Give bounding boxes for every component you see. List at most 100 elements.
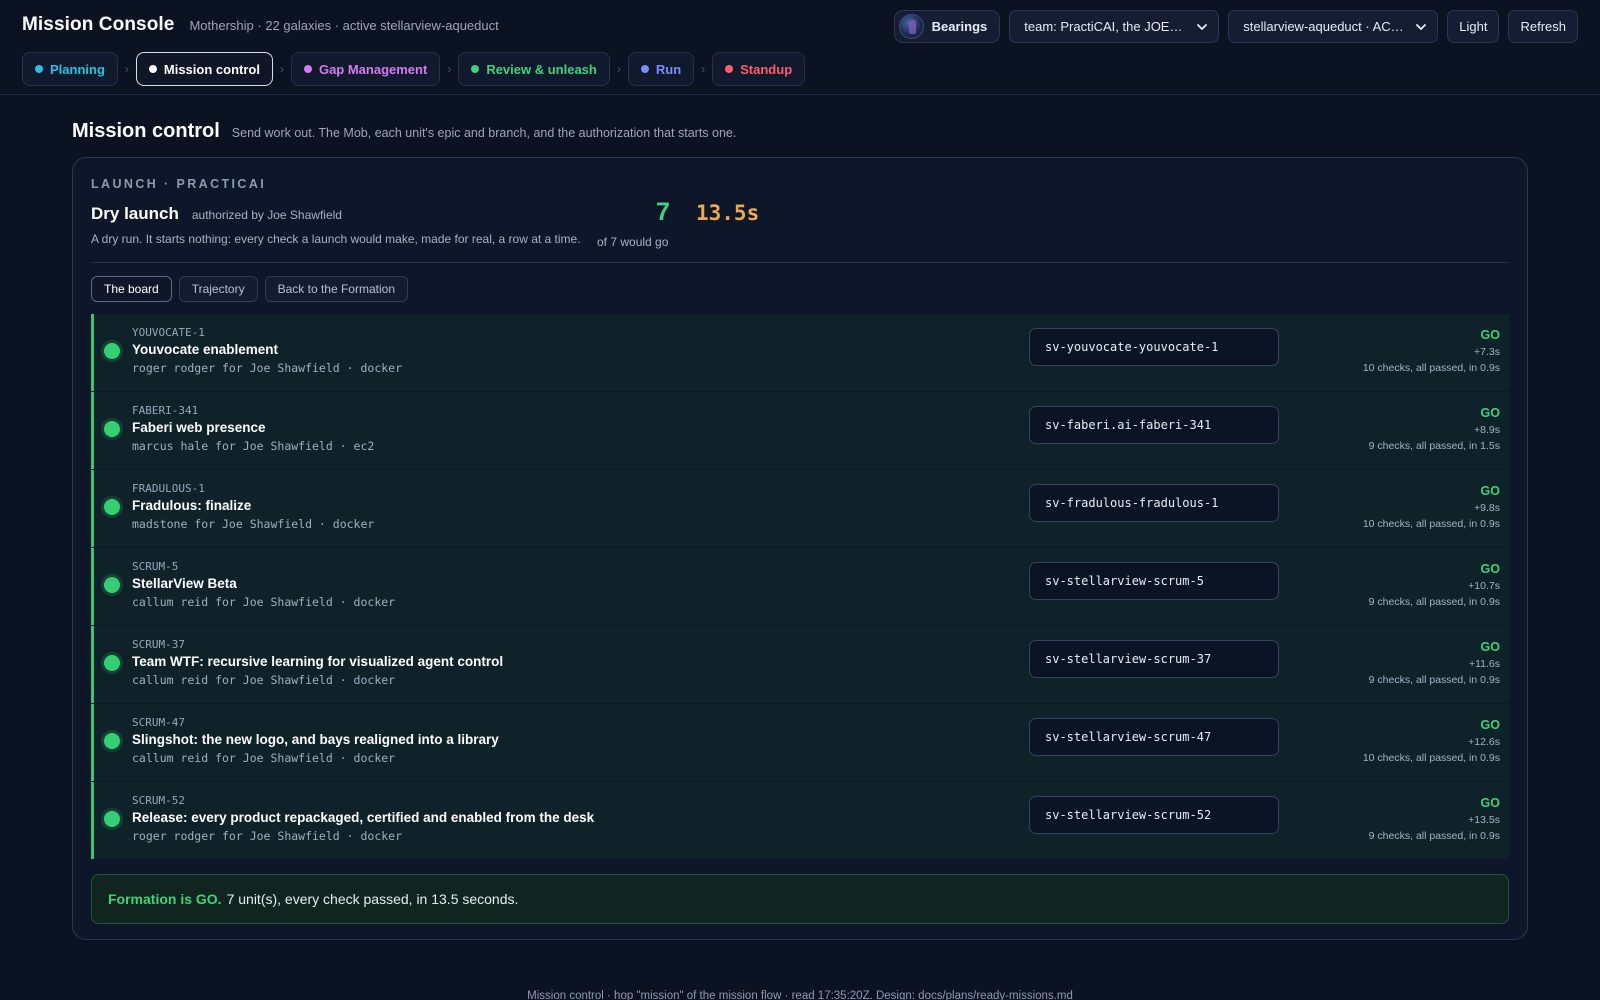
status-ok-icon [104, 733, 120, 749]
app-subtitle: Mothership · 22 galaxies · active stella… [189, 18, 499, 33]
chevron-down-icon [1197, 23, 1208, 30]
checks-summary: 9 checks, all passed, in 0.9s [1368, 674, 1500, 686]
unit-key: SCRUM-52 [132, 794, 185, 807]
chevron-down-icon [1416, 23, 1427, 30]
branch-field[interactable]: sv-fradulous-fradulous-1 [1029, 484, 1279, 522]
unit-title: Slingshot: the new logo, and bays realig… [132, 732, 499, 747]
tab-label: Review & unleash [486, 61, 597, 77]
time-offset: +12.6s [1468, 736, 1500, 748]
time-offset: +13.5s [1468, 814, 1500, 826]
status-ok-icon [104, 577, 120, 593]
time-offset: +11.6s [1468, 658, 1500, 670]
verdict-badge: GO [1480, 406, 1500, 420]
divider [91, 262, 1509, 263]
page-header: Mission control Send work out. The Mob, … [72, 120, 736, 143]
branch-field[interactable]: sv-stellarview-scrum-52 [1029, 796, 1279, 834]
unit-key: SCRUM-37 [132, 638, 185, 651]
tab-status-dot-icon [303, 65, 312, 73]
theme-toggle-button[interactable]: Light [1447, 10, 1500, 43]
unit-key: FRADULOUS-1 [132, 482, 205, 495]
unit-row[interactable]: FABERI-341 Faberi web presence marcus hale… [91, 392, 1509, 469]
checks-summary: 9 checks, all passed, in 0.9s [1368, 830, 1500, 842]
verdict-badge: GO [1480, 796, 1500, 810]
unit-row[interactable]: FRADULOUS-1 Fradulous: finalize madstone f… [91, 470, 1509, 547]
app-title: Mission Console [22, 14, 175, 35]
unit-key: FABERI-341 [132, 404, 199, 417]
dry-launch-header: Dry launch authorized by Joe Shawfield [91, 204, 342, 224]
elapsed-time: 13.5s [696, 201, 760, 225]
tab-gap-management[interactable]: Gap Management [290, 52, 441, 86]
tab-separator-icon: › [447, 62, 452, 76]
branch-field[interactable]: sv-faberi.ai-faberi-341 [1029, 406, 1279, 444]
top-bar: Mission Console Mothership · 22 galaxies… [0, 0, 1600, 95]
tab-mission-control[interactable]: Mission control [135, 52, 273, 86]
branch-field[interactable]: sv-stellarview-scrum-5 [1029, 562, 1279, 600]
time-offset: +10.7s [1468, 580, 1500, 592]
dry-launch-description: A dry run. It starts nothing: every chec… [91, 232, 581, 246]
unit-row[interactable]: YOUVOCATE-1 Youvocate enablement roger rod… [91, 314, 1509, 391]
tab-review-unleash[interactable]: Review & unleash [458, 52, 610, 86]
tab-separator-icon: › [616, 62, 621, 76]
tab-planning[interactable]: Planning [22, 52, 118, 86]
tab-label: Gap Management [318, 61, 428, 77]
verdict-badge: GO [1480, 484, 1500, 498]
team-select[interactable]: team: PractiCAI, the JOEY… [1009, 10, 1220, 43]
galaxy-select[interactable]: stellarview-aqueduct · AC… [1228, 10, 1439, 43]
unit-row[interactable]: SCRUM-52 Release: every product repackage… [91, 782, 1509, 859]
status-ok-icon [104, 655, 120, 671]
checks-summary: 10 checks, all passed, in 0.9s [1362, 362, 1500, 374]
branch-field[interactable]: sv-stellarview-scrum-37 [1029, 640, 1279, 678]
tab-separator-icon: › [701, 62, 706, 76]
launch-kicker: LAUNCH · PRACTICAI [91, 177, 267, 191]
bearings-label: Bearings [931, 19, 988, 34]
unit-owner: callum reid for Joe Shawfield · docker [132, 673, 396, 687]
view-tab-back-to-the-formation[interactable]: Back to the Formation [264, 276, 408, 302]
tab-status-dot-icon [35, 65, 43, 73]
tab-standup[interactable]: Standup [712, 52, 806, 86]
unit-key: SCRUM-47 [132, 716, 185, 729]
formation-summary: 7 unit(s), every check passed, in 13.5 s… [226, 891, 519, 907]
verdict-badge: GO [1480, 640, 1500, 654]
verdict-badge: GO [1480, 718, 1500, 732]
unit-key: SCRUM-5 [132, 560, 179, 573]
status-ok-icon [104, 343, 120, 359]
avatar [898, 14, 924, 39]
view-tabs: The board Trajectory Back to the Formation [91, 276, 408, 302]
tab-status-dot-icon [471, 65, 480, 73]
unit-row[interactable]: SCRUM-37 Team WTF: recursive learning for… [91, 626, 1509, 703]
branch-field[interactable]: sv-youvocate-youvocate-1 [1029, 328, 1279, 366]
branch-field[interactable]: sv-stellarview-scrum-47 [1029, 718, 1279, 756]
page-description: Send work out. The Mob, each unit's epic… [231, 126, 737, 140]
tab-label: Mission control [163, 61, 260, 77]
time-offset: +7.3s [1474, 346, 1500, 358]
checks-summary: 9 checks, all passed, in 0.9s [1368, 596, 1500, 608]
unit-board: YOUVOCATE-1 Youvocate enablement roger rod… [91, 314, 1509, 860]
status-ok-icon [104, 811, 120, 827]
team-select-value: team: PractiCAI, the JOEY… [1024, 19, 1191, 34]
unit-title: Fradulous: finalize [132, 498, 252, 513]
status-ok-icon [104, 421, 120, 437]
unit-row[interactable]: SCRUM-5 StellarView Beta callum reid for J… [91, 548, 1509, 625]
go-count: 7 [656, 198, 670, 226]
view-tab-trajectory[interactable]: Trajectory [178, 276, 258, 302]
tab-status-dot-icon [148, 65, 157, 73]
tab-separator-icon: › [279, 62, 284, 76]
tab-status-dot-icon [725, 65, 734, 73]
tab-run[interactable]: Run [627, 52, 695, 86]
galaxy-select-value: stellarview-aqueduct · AC… [1243, 19, 1404, 34]
bearings-button[interactable]: Bearings [893, 10, 1001, 43]
tab-status-dot-icon [640, 65, 649, 73]
unit-owner: roger rodger for Joe Shawfield · docker [132, 829, 403, 843]
unit-row[interactable]: SCRUM-47 Slingshot: the new logo, and bay… [91, 704, 1509, 781]
unit-title: Faberi web presence [132, 420, 266, 435]
view-tab-the-board[interactable]: The board [91, 276, 172, 302]
verdict-badge: GO [1480, 328, 1500, 342]
refresh-button[interactable]: Refresh [1508, 10, 1578, 43]
page-title: Mission control [72, 120, 220, 142]
unit-owner: roger rodger for Joe Shawfield · docker [132, 361, 403, 375]
authorized-by: authorized by Joe Shawfield [191, 208, 342, 222]
mission-flow-tabs: Planning › Mission control › Gap Management ›… [22, 52, 806, 86]
formation-status: Formation is GO. [108, 891, 222, 907]
tab-separator-icon: › [124, 62, 129, 76]
brand: Mission Console Mothership · 22 galaxies… [22, 14, 499, 36]
